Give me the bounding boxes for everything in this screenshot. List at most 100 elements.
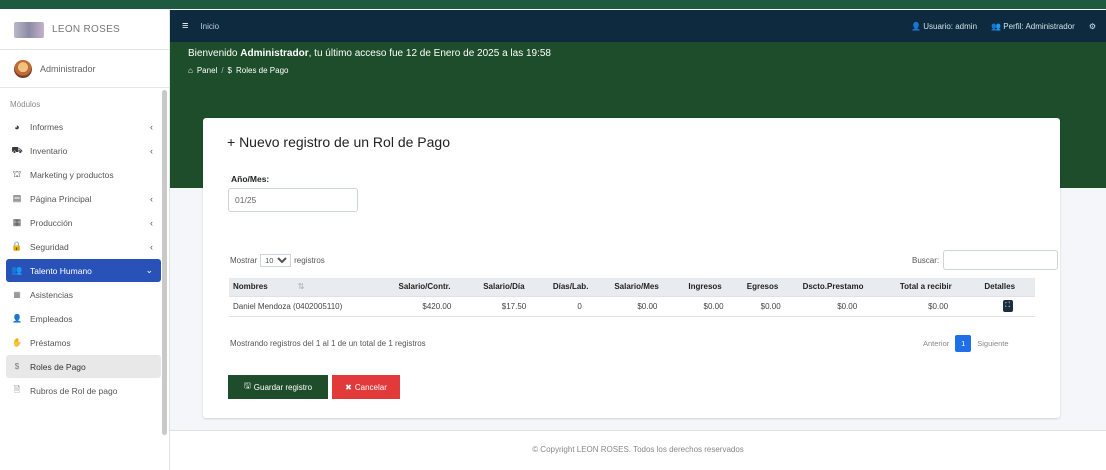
table-info: Mostrando registros del 1 al 1 de un tot…: [230, 339, 426, 348]
col-dias-lab[interactable]: Días/Lab.: [548, 278, 611, 297]
sidebar-item-marketing[interactable]: ⛫ Marketing y productos: [6, 163, 161, 186]
cell-detalles: ⛶: [980, 296, 1035, 317]
sort-icon: ⇅: [297, 282, 305, 292]
breadcrumb-separator: /: [221, 66, 224, 75]
user-icon: 👤: [12, 314, 22, 323]
calendar-icon: ▦: [12, 217, 22, 227]
sidebar: LEON ROSES Administrador Módulos ◕ Infor…: [0, 10, 170, 470]
cell-salario-dia: $17.50: [479, 296, 549, 317]
col-salario-contr[interactable]: Salario/Contr.: [394, 278, 480, 297]
chevron-left-icon: ‹: [150, 193, 153, 204]
welcome-message: Bienvenido Administrador, tu último acce…: [188, 48, 551, 59]
col-salario-mes[interactable]: Salario/Mes: [610, 278, 685, 297]
breadcrumb: ⌂ Panel / $ Roles de Pago: [188, 66, 288, 75]
footer: © Copyright LEON ROSES. Todos los derech…: [170, 430, 1106, 470]
welcome-suffix: , tu último acceso fue 12 de Enero de 20…: [308, 48, 551, 59]
col-dscto-prestamo[interactable]: Dscto.Prestamo: [798, 278, 896, 297]
sidebar-item-label: Informes: [30, 121, 64, 132]
pagination: Anterior 1 Siguiente: [923, 335, 1009, 352]
table-search: Buscar:: [912, 250, 1059, 270]
save-label: Guardar registro: [253, 382, 313, 392]
sidebar-item-seguridad[interactable]: 🔒 Seguridad ‹: [6, 235, 161, 258]
sidebar-item-label: Rubros de Rol de pago: [30, 385, 118, 396]
user-panel[interactable]: Administrador: [0, 50, 169, 88]
sidebar-item-informes[interactable]: ◕ Informes ‹: [6, 115, 161, 138]
table-row: Daniel Mendoza (0402005110) $420.00 $17.…: [229, 296, 1035, 317]
sidebar-scrollbar[interactable]: [162, 90, 167, 435]
breadcrumb-home[interactable]: Panel: [197, 66, 217, 75]
sidebar-item-roles-de-pago[interactable]: $ Roles de Pago: [6, 355, 161, 378]
profile-menu[interactable]: 👥 Perfil: Administrador: [991, 22, 1075, 31]
sidebar-item-label: Marketing y productos: [30, 169, 114, 180]
sidebar-item-inventario[interactable]: ⛟ Inventario ‹: [6, 139, 161, 162]
cell-salario-mes: $0.00: [610, 296, 685, 317]
welcome-name: Administrador: [240, 48, 309, 59]
sidebar-item-talento-humano[interactable]: 👥 Talento Humano ⌄: [6, 259, 161, 282]
prev-page-button[interactable]: Anterior: [923, 339, 949, 348]
user-icon: 👤: [911, 21, 921, 31]
brand[interactable]: LEON ROSES: [0, 10, 169, 50]
cell-nombres: Daniel Mendoza (0402005110): [229, 296, 395, 317]
cell-egresos: $0.00: [742, 296, 799, 317]
user-name: Administrador: [40, 63, 96, 74]
cancel-button[interactable]: ✖ Cancelar: [332, 375, 400, 399]
page-length: Mostrar 10 registros: [230, 254, 325, 267]
roles-table: Nombres ⇅ Salario/Contr. Salario/Día Días…: [229, 278, 1035, 317]
cell-dias-lab: 0: [548, 296, 611, 317]
sidebar-item-asistencias[interactable]: ▦ Asistencias: [6, 283, 161, 306]
top-accent-line: [0, 0, 1106, 9]
gear-icon[interactable]: ⚙: [1089, 22, 1096, 31]
sidebar-item-label: Inventario: [30, 145, 68, 156]
chevron-down-icon: ⌄: [145, 265, 153, 275]
next-page-button[interactable]: Siguiente: [977, 339, 1008, 348]
col-ingresos[interactable]: Ingresos: [684, 278, 743, 297]
col-total[interactable]: Total a recibir: [895, 278, 981, 297]
brand-logo: [14, 21, 44, 38]
sidebar-item-prestamos[interactable]: ✋ Préstamos: [6, 331, 161, 354]
save-button[interactable]: 🖫 Guardar registro: [228, 375, 328, 399]
document-icon: 🗎: [13, 384, 21, 394]
col-nombres[interactable]: Nombres ⇅: [229, 278, 395, 297]
menu-icon[interactable]: ≡: [182, 20, 188, 32]
dolly-icon: ⛟: [11, 144, 23, 155]
floppy-icon: 🖫: [243, 381, 251, 390]
nav-home-link[interactable]: Inicio: [200, 22, 219, 31]
file-icon: ▤: [12, 193, 22, 203]
sidebar-item-empleados[interactable]: 👤 Empleados: [6, 307, 161, 330]
sidebar-item-label: Préstamos: [30, 337, 71, 348]
brand-name: LEON ROSES: [52, 24, 121, 35]
avatar: [14, 59, 32, 78]
sidebar-item-label: Producción: [30, 217, 73, 228]
show-label: Mostrar: [230, 256, 258, 265]
sidebar-item-label: Página Principal: [30, 193, 92, 204]
dollar-icon: $: [227, 66, 232, 75]
cell-dscto: $0.00: [798, 296, 896, 317]
col-egresos[interactable]: Egresos: [742, 278, 799, 297]
col-detalles[interactable]: Detalles: [980, 278, 1035, 297]
anio-mes-input[interactable]: [228, 188, 358, 212]
sidebar-item-rubros[interactable]: 🗎 Rubros de Rol de pago: [6, 379, 161, 402]
page-length-select[interactable]: 10: [260, 254, 292, 267]
users-icon: 👥: [11, 265, 23, 275]
sidebar-item-produccion[interactable]: ▦ Producción ‹: [6, 211, 161, 234]
col-salario-dia[interactable]: Salario/Día: [479, 278, 549, 297]
close-icon: ✖: [345, 382, 352, 392]
form-card: + Nuevo registro de un Rol de Pago Año/M…: [203, 118, 1060, 418]
top-strip: [0, 0, 1106, 10]
page-1-button[interactable]: 1: [955, 335, 972, 352]
search-label: Buscar:: [912, 255, 940, 265]
sidebar-item-pagina-principal[interactable]: ▤ Página Principal ‹: [6, 187, 161, 210]
sidebar-item-label: Asistencias: [30, 289, 73, 300]
table-header-row: Nombres ⇅ Salario/Contr. Salario/Día Días…: [229, 278, 1035, 297]
chevron-left-icon: ‹: [150, 145, 153, 156]
navbar-right: 👤 Usuario: admin 👥 Perfil: Administrador…: [911, 22, 1106, 31]
breadcrumb-current: Roles de Pago: [236, 66, 289, 75]
sidebar-item-label: Talento Humano: [30, 265, 92, 276]
chevron-left-icon: ‹: [150, 121, 153, 132]
search-input[interactable]: [943, 250, 1059, 270]
pie-chart-icon: ◕: [14, 121, 20, 132]
detail-icon[interactable]: ⛶: [1002, 300, 1013, 312]
sidebar-item-label: Empleados: [30, 313, 73, 324]
user-menu[interactable]: 👤 Usuario: admin: [911, 22, 977, 31]
sidebar-item-label: Roles de Pago: [30, 361, 86, 372]
